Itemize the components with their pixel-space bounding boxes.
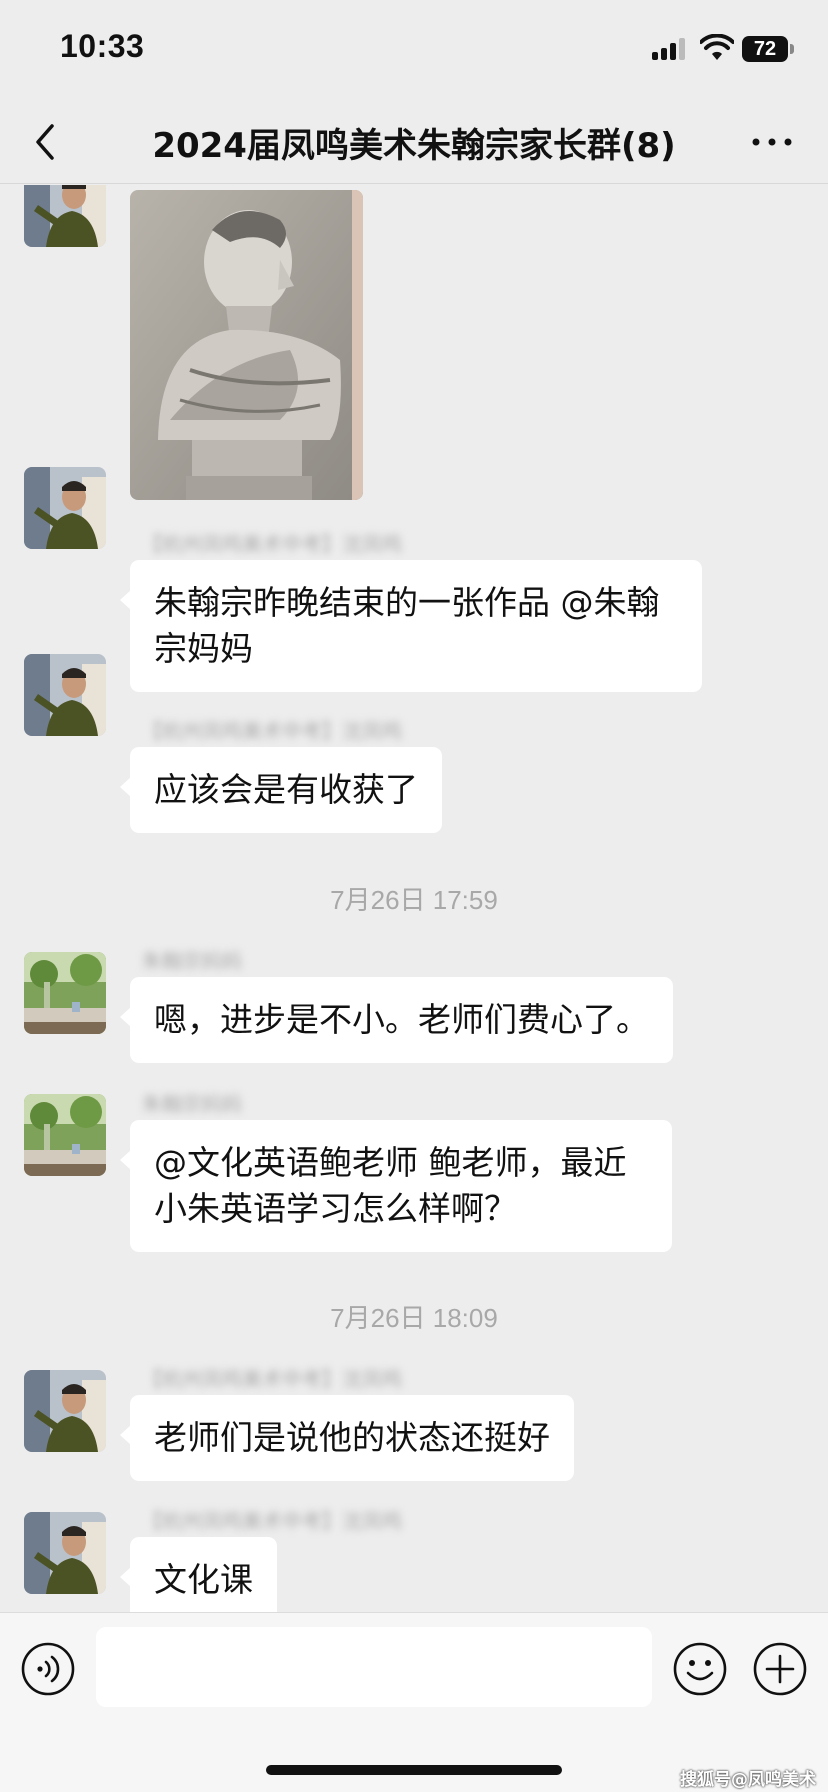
avatar[interactable]: [24, 654, 106, 736]
message-text-line: 小朱英语学习怎么样啊？: [154, 1189, 517, 1228]
sender-name: 【杭州凤鸣美术中考】沈凤鸣: [142, 532, 402, 556]
avatar[interactable]: [24, 1370, 106, 1452]
timestamp: 7月26日 17:59: [330, 885, 498, 915]
chat-message-list[interactable]: 【杭州凤鸣美术中考】沈凤鸣 朱翰宗昨晚结束的一张作品 @朱翰 宗妈妈 【杭州凤鸣…: [0, 185, 828, 1612]
message-bubble[interactable]: @文化英语鲍老师 鲍老师，最近 小朱英语学习怎么样啊？: [120, 1120, 672, 1252]
watermark: 搜狐号@凤鸣美术: [680, 1770, 816, 1790]
image-message[interactable]: [130, 190, 363, 500]
chat-title: 2024届凤鸣美术朱翰宗家长群(8): [152, 126, 676, 166]
message-bubble[interactable]: 文化课: [120, 1537, 277, 1612]
input-bar: 搜狐号@凤鸣美术: [0, 1612, 828, 1792]
message-input[interactable]: [96, 1627, 652, 1707]
emoji-icon[interactable]: [672, 1641, 728, 1697]
sender-name: 【杭州凤鸣美术中考】沈凤鸣: [142, 1367, 402, 1391]
message-text-line: 宗妈妈: [154, 629, 253, 668]
nav-bar: 2024届凤鸣美术朱翰宗家长群(8): [0, 100, 828, 184]
status-bar: 10:33 72: [0, 0, 828, 100]
message-bubble[interactable]: 老师们是说他的状态还挺好: [120, 1395, 574, 1481]
battery-tip: [790, 44, 794, 54]
signal-icon: [652, 38, 688, 60]
voice-icon[interactable]: [20, 1641, 76, 1697]
avatar-image: [24, 1512, 106, 1594]
message-text-line: @文化英语鲍老师 鲍老师，最近: [154, 1143, 627, 1182]
avatar[interactable]: [24, 185, 106, 247]
more-dots-icon[interactable]: [750, 130, 794, 154]
chevron-left-icon[interactable]: [30, 120, 60, 164]
status-time: 10:33: [60, 28, 145, 64]
battery-indicator: 72: [742, 36, 788, 62]
wifi-icon: [700, 34, 734, 60]
avatar[interactable]: [24, 467, 106, 549]
avatar-image: [24, 467, 106, 549]
avatar[interactable]: [24, 1512, 106, 1594]
plus-icon[interactable]: [752, 1641, 808, 1697]
avatar-image: [24, 1370, 106, 1452]
avatar-image: [24, 185, 106, 247]
sender-name: 【杭州凤鸣美术中考】沈凤鸣: [142, 1509, 402, 1533]
sender-name: 朱翰宗妈妈: [142, 949, 242, 973]
sketch-image: [130, 190, 363, 500]
sender-name: 朱翰宗妈妈: [142, 1092, 242, 1116]
message-text-line: 朱翰宗昨晚结束的一张作品 @朱翰: [154, 583, 660, 622]
home-indicator[interactable]: [266, 1765, 562, 1775]
timestamp: 7月26日 18:09: [330, 1303, 498, 1333]
message-bubble[interactable]: 朱翰宗昨晚结束的一张作品 @朱翰 宗妈妈: [120, 560, 702, 692]
avatar[interactable]: [24, 1094, 106, 1176]
message-bubble[interactable]: 嗯，进步是不小。老师们费心了。: [120, 977, 673, 1063]
sender-name: 【杭州凤鸣美术中考】沈凤鸣: [142, 719, 402, 743]
message-bubble[interactable]: 应该会是有收获了: [120, 747, 442, 833]
avatar-image: [24, 1094, 106, 1176]
avatar-image: [24, 952, 106, 1034]
avatar[interactable]: [24, 952, 106, 1034]
avatar-image: [24, 654, 106, 736]
